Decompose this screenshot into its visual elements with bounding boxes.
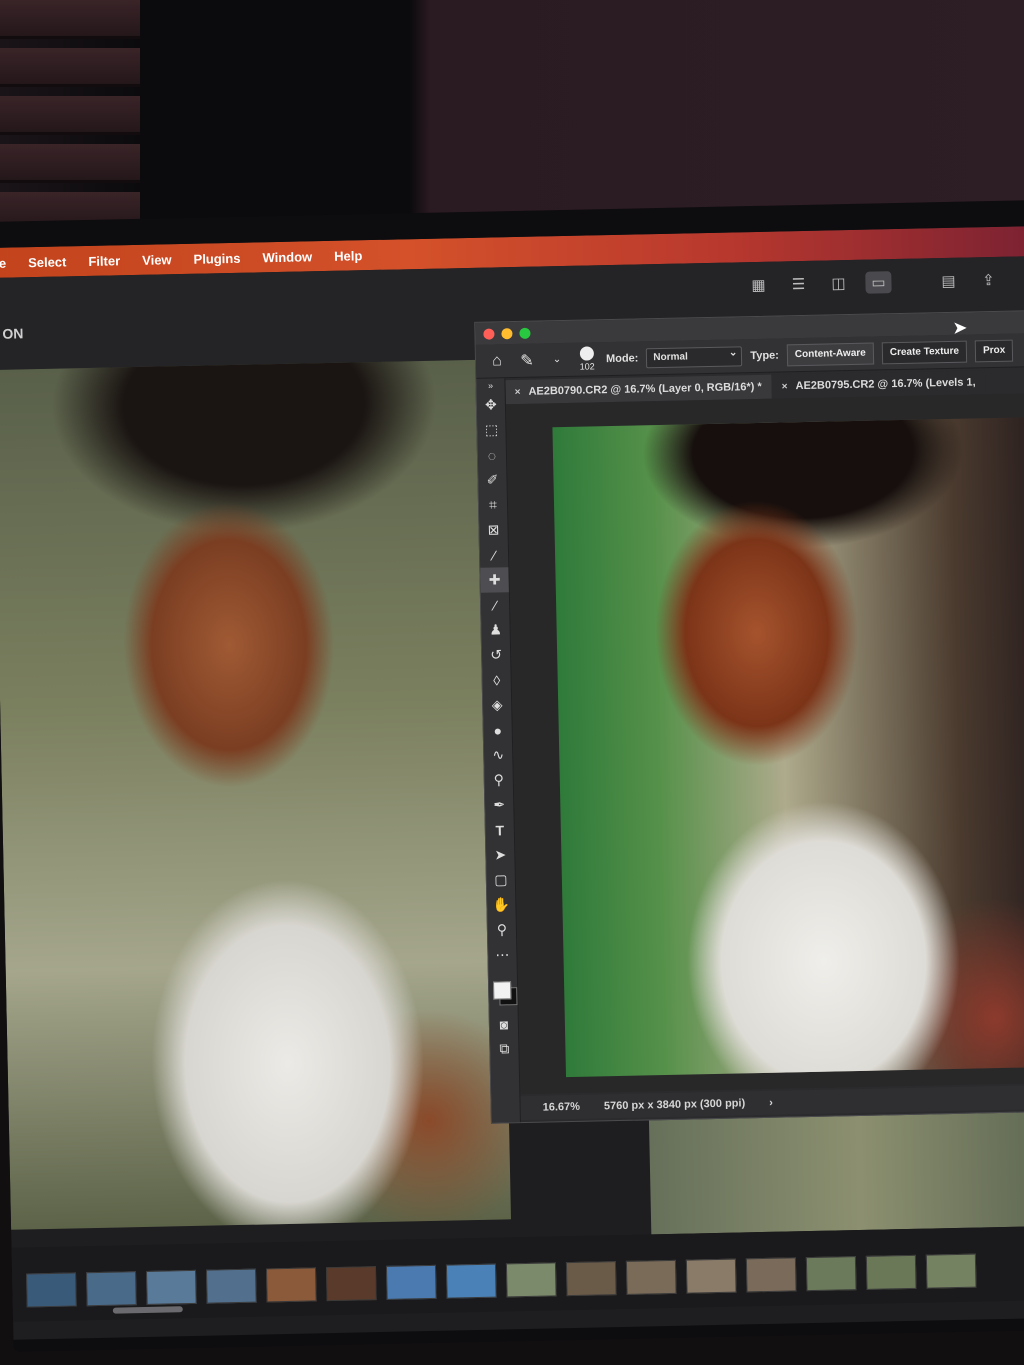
menu-item-view[interactable]: View xyxy=(142,252,172,268)
frame-icon[interactable]: ⊠ xyxy=(479,517,508,543)
close-window-icon[interactable] xyxy=(483,328,495,340)
mode-select[interactable]: Normal xyxy=(646,345,743,368)
compare-view-icon[interactable]: ◫ xyxy=(825,272,851,295)
window-blind xyxy=(0,48,140,87)
path-select-icon[interactable]: ➤ xyxy=(486,842,515,868)
filmstrip-thumbnail[interactable] xyxy=(505,1262,557,1298)
smudge-icon[interactable]: ∿ xyxy=(484,742,513,768)
zoom-window-icon[interactable] xyxy=(519,327,531,339)
window-blind xyxy=(0,0,140,39)
home-icon[interactable]: ⌂ xyxy=(486,352,508,370)
filmstrip-thumbnail[interactable] xyxy=(805,1256,857,1292)
quick-mask-icon[interactable]: ◙ xyxy=(490,1011,519,1037)
filmstrip-thumbnail[interactable] xyxy=(565,1261,617,1297)
filmstrip-thumbnail[interactable] xyxy=(865,1254,917,1290)
hand-icon[interactable]: ✋ xyxy=(487,892,516,918)
filmstrip-thumbnail[interactable] xyxy=(205,1268,257,1304)
mouse-pointer-icon: ➤ xyxy=(952,317,968,338)
screen-mode-icon[interactable]: ⧉ xyxy=(490,1036,519,1062)
minimize-window-icon[interactable] xyxy=(501,328,513,340)
grid-view-icon[interactable]: ▦ xyxy=(745,274,771,297)
filmstrip-thumbnail[interactable] xyxy=(26,1272,77,1308)
filmstrip-thumbnail[interactable] xyxy=(146,1269,197,1305)
lasso-icon[interactable]: ◌ xyxy=(478,442,507,468)
type-proximity-button[interactable]: Prox xyxy=(974,339,1014,362)
blur-icon[interactable]: ● xyxy=(483,717,512,743)
filmstrip-thumbnail[interactable] xyxy=(325,1266,377,1302)
chevron-down-icon[interactable]: ⌄ xyxy=(546,354,568,365)
brush-tip-icon xyxy=(579,346,595,361)
tab-title: AE2B0795.CR2 @ 16.7% (Levels 1, xyxy=(795,376,976,393)
menu-item-edit[interactable]: e xyxy=(0,255,6,270)
monitor: e Select Filter View Plugins Window Help… xyxy=(0,199,1024,1352)
chevron-right-icon[interactable]: › xyxy=(769,1097,773,1109)
brush-icon[interactable]: ∕ xyxy=(481,592,510,618)
zoom-level[interactable]: 16.67% xyxy=(543,1101,581,1114)
screen: e Select Filter View Plugins Window Help… xyxy=(0,226,1024,1340)
module-label: ON xyxy=(2,325,24,342)
dodge-icon[interactable]: ⚲ xyxy=(485,767,514,793)
pen-icon[interactable]: ✒ xyxy=(485,792,514,818)
menu-item-window[interactable]: Window xyxy=(262,249,312,265)
panel-layout-icon[interactable]: ▤ xyxy=(935,270,961,293)
history-brush-icon[interactable]: ↺ xyxy=(482,642,511,668)
filmstrip-thumbnail[interactable] xyxy=(265,1267,317,1303)
filmstrip-thumbnail[interactable] xyxy=(625,1259,677,1295)
filmstrip-thumbnail[interactable] xyxy=(86,1271,137,1307)
main-photo-preview xyxy=(0,359,512,1230)
quick-select-icon[interactable]: ✐ xyxy=(478,467,507,493)
rectangle-icon[interactable]: ▢ xyxy=(487,867,516,893)
type-create-texture-button[interactable]: Create Texture xyxy=(881,340,968,364)
type-label: Type: xyxy=(750,349,780,362)
foreground-color-swatch[interactable] xyxy=(493,981,512,1000)
menu-item-select[interactable]: Select xyxy=(28,254,67,270)
menu-item-filter[interactable]: Filter xyxy=(88,253,120,269)
filmstrip-thumbnail[interactable] xyxy=(745,1257,797,1293)
crop-icon[interactable]: ⌗ xyxy=(479,492,508,518)
more-tools-icon[interactable]: ⋯ xyxy=(488,942,517,968)
filmstrip xyxy=(11,1225,1024,1322)
marquee-icon[interactable]: ⬚ xyxy=(477,417,506,443)
spot-healing-tool-icon[interactable]: ✎ xyxy=(516,350,538,370)
window-blind xyxy=(0,144,140,183)
photo-background-foliage xyxy=(648,1105,1024,1235)
close-tab-icon[interactable]: × xyxy=(515,386,521,397)
mode-label: Mode: xyxy=(605,351,639,365)
eyedropper-icon[interactable]: ⁄ xyxy=(480,542,509,568)
brush-preset-picker[interactable]: 102 xyxy=(576,346,599,372)
loupe-view-icon[interactable]: ▭ xyxy=(865,271,892,294)
menu-item-plugins[interactable]: Plugins xyxy=(193,250,240,266)
filmstrip-thumbnail[interactable] xyxy=(685,1258,737,1294)
document-canvas-image[interactable] xyxy=(552,416,1024,1078)
filmstrip-thumbnail[interactable] xyxy=(385,1264,437,1300)
type-icon[interactable]: T xyxy=(486,817,515,843)
window-blind xyxy=(0,96,140,135)
collapse-panel-icon[interactable]: » xyxy=(476,378,504,393)
tab-title: AE2B0790.CR2 @ 16.7% (Layer 0, RGB/16*) … xyxy=(528,380,762,398)
color-swatches[interactable] xyxy=(489,967,518,1012)
paint-bucket-icon[interactable]: ◈ xyxy=(483,692,512,718)
spot-healing-icon[interactable]: ✚ xyxy=(480,567,509,593)
canvas-area[interactable] xyxy=(505,392,1024,1095)
share-icon[interactable]: ⇪ xyxy=(975,269,1001,292)
clone-stamp-icon[interactable]: ♟ xyxy=(481,617,510,643)
menu-item-help[interactable]: Help xyxy=(334,248,362,264)
filmstrip-scrollbar[interactable] xyxy=(112,1306,183,1314)
photoshop-window: ⌂ ✎ ⌄ 102 Mode: Normal Type: Content-Awa… xyxy=(474,309,1024,1124)
close-tab-icon[interactable]: × xyxy=(782,381,788,392)
filmstrip-thumbnail[interactable] xyxy=(925,1253,977,1289)
list-view-icon[interactable]: ☰ xyxy=(785,273,811,296)
zoom-icon[interactable]: ⚲ xyxy=(488,917,517,943)
brush-size: 102 xyxy=(579,361,595,372)
document-info: 5760 px x 3840 px (300 ppi) xyxy=(603,1097,746,1113)
filmstrip-thumbnail[interactable] xyxy=(445,1263,497,1299)
eraser-icon[interactable]: ◊ xyxy=(482,667,511,693)
type-content-aware-button[interactable]: Content-Aware xyxy=(786,342,875,366)
move-icon[interactable]: ✥ xyxy=(477,392,506,418)
